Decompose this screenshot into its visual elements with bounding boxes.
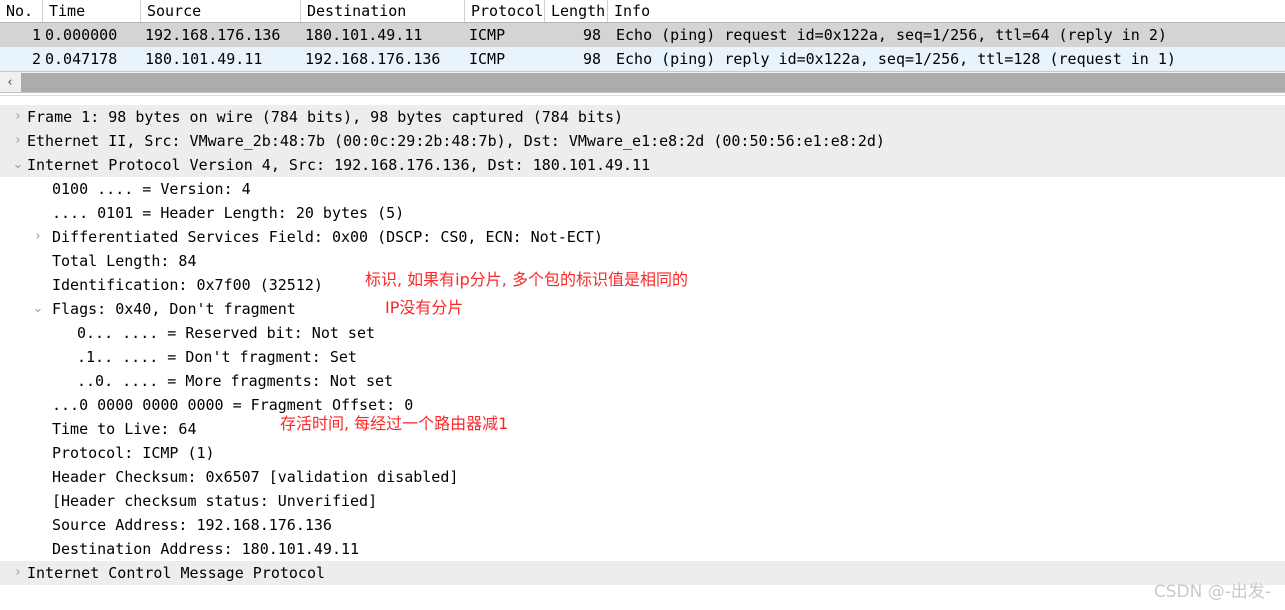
column-header-proto[interactable]: Protocol (465, 0, 545, 22)
detail-tree-row[interactable]: Destination Address: 180.101.49.11 (0, 537, 1285, 561)
chevron-right-icon[interactable]: › (30, 225, 46, 249)
detail-tree-label: .1.. .... = Don't fragment: Set (77, 348, 357, 366)
detail-tree-label: Destination Address: 180.101.49.11 (52, 540, 360, 558)
detail-tree-label: Total Length: 84 (52, 252, 197, 270)
packet-cell-info: Echo (ping) request id=0x122a, seq=1/256… (616, 26, 1167, 44)
chevron-down-icon[interactable]: ⌄ (30, 297, 46, 321)
detail-tree-row[interactable]: Time to Live: 64 (0, 417, 1285, 441)
packet-cell-source: 192.168.176.136 (145, 26, 281, 44)
packet-cell-no: 1 (31, 26, 41, 44)
detail-tree-row[interactable]: ...0 0000 0000 0000 = Fragment Offset: 0 (0, 393, 1285, 417)
chevron-right-icon[interactable]: › (10, 129, 26, 153)
packet-cell-source: 180.101.49.11 (145, 50, 263, 68)
column-header-time[interactable]: Time (43, 0, 141, 22)
packet-cell-protocol: ICMP (469, 50, 506, 68)
packet-cell-no: 2 (31, 50, 41, 68)
annotation-note: IP没有分片 (385, 298, 464, 317)
packet-list-column-headers: No. Time Source Destination Protocol Length In… (0, 0, 1285, 23)
detail-tree-row[interactable]: › Differentiated Services Field: 0x00 (DS… (0, 225, 1285, 249)
detail-tree-row[interactable]: [Header checksum status: Unverified] (0, 489, 1285, 513)
detail-tree-row[interactable]: ..0. .... = More fragments: Not set (0, 369, 1285, 393)
detail-tree-row[interactable]: Header Checksum: 0x6507 [validation disa… (0, 465, 1285, 489)
detail-tree-label: Flags: 0x40, Don't fragment (52, 300, 296, 318)
column-header-dst[interactable]: Destination (301, 0, 465, 22)
packet-list-pane[interactable]: No. Time Source Destination Protocol Length In… (0, 0, 1285, 96)
column-header-info[interactable]: Info (608, 0, 1285, 22)
scrollbar-thumb[interactable] (21, 73, 1285, 92)
packet-cell-time: 0.000000 (45, 26, 118, 44)
detail-tree-row[interactable]: .... 0101 = Header Length: 20 bytes (5) (0, 201, 1285, 225)
detail-tree-label: Protocol: ICMP (1) (52, 444, 215, 462)
chevron-right-icon[interactable]: › (10, 105, 26, 129)
detail-tree-row[interactable]: .1.. .... = Don't fragment: Set (0, 345, 1285, 369)
chevron-right-icon[interactable]: › (10, 561, 26, 585)
detail-tree-row[interactable]: › Frame 1: 98 bytes on wire (784 bits), 9… (0, 105, 1285, 129)
detail-tree-label: .... 0101 = Header Length: 20 bytes (5) (52, 204, 405, 222)
detail-tree-label: 0... .... = Reserved bit: Not set (77, 324, 376, 342)
detail-tree-row[interactable]: 0... .... = Reserved bit: Not set (0, 321, 1285, 345)
detail-tree-label: Frame 1: 98 bytes on wire (784 bits), 98… (27, 108, 624, 126)
detail-tree-label: Internet Protocol Version 4, Src: 192.16… (27, 156, 651, 174)
packet-detail-pane[interactable]: › Frame 1: 98 bytes on wire (784 bits), 9… (0, 96, 1285, 610)
packet-cell-length: 98 (582, 50, 601, 68)
detail-tree-label: Identification: 0x7f00 (32512) (52, 276, 323, 294)
packet-row-1[interactable]: 1 0.000000 192.168.176.136 180.101.49.11 ICM… (0, 23, 1285, 47)
detail-tree-label: Source Address: 192.168.176.136 (52, 516, 332, 534)
detail-tree-label: [Header checksum status: Unverified] (52, 492, 378, 510)
detail-tree-row[interactable]: ⌄ Internet Protocol Version 4, Src: 192.1… (0, 153, 1285, 177)
detail-tree-label: Time to Live: 64 (52, 420, 197, 438)
detail-tree-row[interactable]: Source Address: 192.168.176.136 (0, 513, 1285, 537)
column-header-src[interactable]: Source (141, 0, 301, 22)
detail-tree-row[interactable]: › Ethernet II, Src: VMware_2b:48:7b (00:0… (0, 129, 1285, 153)
detail-tree-row[interactable]: ⌄ Flags: 0x40, Don't fragment (0, 297, 1285, 321)
packet-list-horizontal-scrollbar[interactable]: ‹ (0, 71, 1285, 92)
packet-cell-protocol: ICMP (469, 26, 506, 44)
annotation-note: 标识, 如果有ip分片, 多个包的标识值是相同的 (365, 270, 688, 289)
annotation-note: 存活时间, 每经过一个路由器减1 (280, 414, 509, 433)
packet-cell-info: Echo (ping) reply id=0x122a, seq=1/256, … (616, 50, 1176, 68)
detail-tree-row[interactable]: Protocol: ICMP (1) (0, 441, 1285, 465)
packet-cell-time: 0.047178 (45, 50, 118, 68)
detail-tree-row[interactable]: › Internet Control Message Protocol (0, 561, 1285, 585)
chevron-down-icon[interactable]: ⌄ (10, 153, 26, 177)
detail-tree-row[interactable]: 0100 .... = Version: 4 (0, 177, 1285, 201)
packet-cell-destination: 192.168.176.136 (305, 50, 441, 68)
column-header-no[interactable]: No. (0, 0, 43, 22)
packet-cell-destination: 180.101.49.11 (305, 26, 423, 44)
column-header-len[interactable]: Length (545, 0, 608, 22)
detail-tree-label: ..0. .... = More fragments: Not set (77, 372, 394, 390)
detail-tree-label: 0100 .... = Version: 4 (52, 180, 251, 198)
detail-tree-label: Differentiated Services Field: 0x00 (DSC… (52, 228, 603, 246)
detail-tree-label: Header Checksum: 0x6507 [validation disa… (52, 468, 459, 486)
scroll-left-icon[interactable]: ‹ (0, 72, 20, 92)
packet-cell-length: 98 (582, 26, 601, 44)
packet-row-2[interactable]: 2 0.047178 180.101.49.11 192.168.176.136 ICM… (0, 47, 1285, 71)
detail-tree-label: Internet Control Message Protocol (27, 564, 326, 582)
watermark: CSDN @-出发- (1153, 582, 1271, 602)
detail-tree-label: Ethernet II, Src: VMware_2b:48:7b (00:0c… (27, 132, 885, 150)
